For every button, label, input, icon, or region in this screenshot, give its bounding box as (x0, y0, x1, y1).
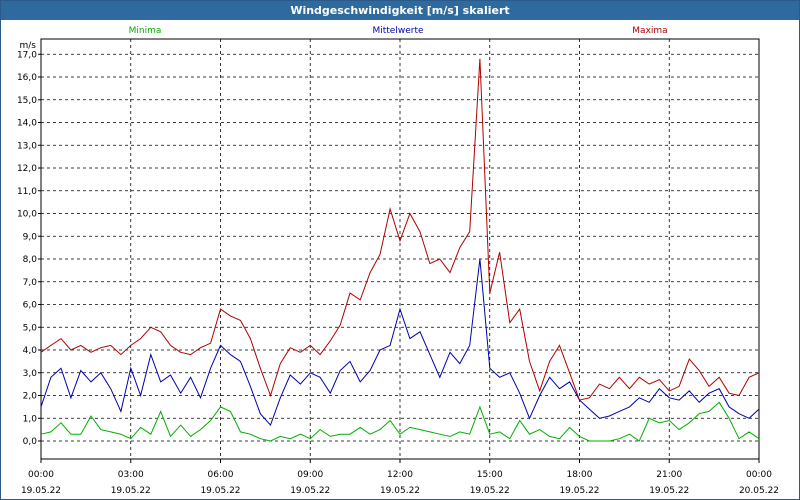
y-tick-label: 0,0 (23, 437, 38, 447)
y-tick-label: 16,0 (17, 73, 37, 83)
y-tick-label: 11,0 (17, 187, 37, 197)
x-tick-label-time: 18:00 (567, 470, 593, 480)
x-tick-label-date: 19.05.22 (200, 486, 240, 496)
x-tick-label-time: 00:00 (28, 470, 54, 480)
y-tick-label: 14,0 (17, 119, 37, 129)
y-tick-label: 15,0 (17, 96, 37, 106)
chart-canvas: 0,0 1,0 2,0 3,0 4,0 5,0 6,0 7,0 8,0 9,0 10,0 11,0 12… (17, 26, 779, 496)
x-tick-label-date: 19.05.22 (470, 486, 510, 496)
x-tick-label-time: 12:00 (387, 470, 413, 480)
x-tick-label-time: 06:00 (208, 470, 234, 480)
y-tick-label: 6,0 (23, 301, 38, 311)
legend-minima: Minima (129, 26, 162, 36)
y-tick-label: 3,0 (23, 369, 38, 379)
y-tick-label: 17,0 (17, 50, 37, 60)
y-tick-label: 10,0 (17, 210, 37, 220)
y-tick-label: 4,0 (23, 346, 38, 356)
x-tick-label-date: 19.05.22 (21, 486, 61, 496)
y-tick-label: 2,0 (23, 392, 38, 402)
y-tick-label: 12,0 (17, 164, 37, 174)
y-tick-label: 7,0 (23, 278, 38, 288)
legend-mittelwerte: Mittelwerte (372, 26, 423, 36)
y-tick-label: 8,0 (23, 255, 38, 265)
x-tick-label-time: 15:00 (477, 470, 503, 480)
x-tick-label-date: 19.05.22 (111, 486, 151, 496)
y-tick-label: 1,0 (23, 414, 38, 424)
x-tick-label-time: 09:00 (297, 470, 323, 480)
x-tick-label-date: 19.05.22 (380, 486, 420, 496)
x-tick-label-time: 21:00 (656, 470, 682, 480)
x-tick-label-date: 19.05.22 (559, 486, 599, 496)
x-tick-label-date: 19.05.22 (649, 486, 689, 496)
y-tick-label: 13,0 (17, 141, 37, 151)
x-tick-label-time: 00:00 (746, 470, 772, 480)
y-tick-label: 5,0 (23, 323, 38, 333)
legend-maxima: Maxima (632, 26, 667, 36)
x-tick-label-time: 03:00 (118, 470, 144, 480)
x-tick-label-date: 20.05.22 (739, 486, 779, 496)
y-tick-label: 9,0 (23, 232, 38, 242)
y-axis-label: m/s (20, 41, 37, 51)
x-tick-label-date: 19.05.22 (290, 486, 330, 496)
